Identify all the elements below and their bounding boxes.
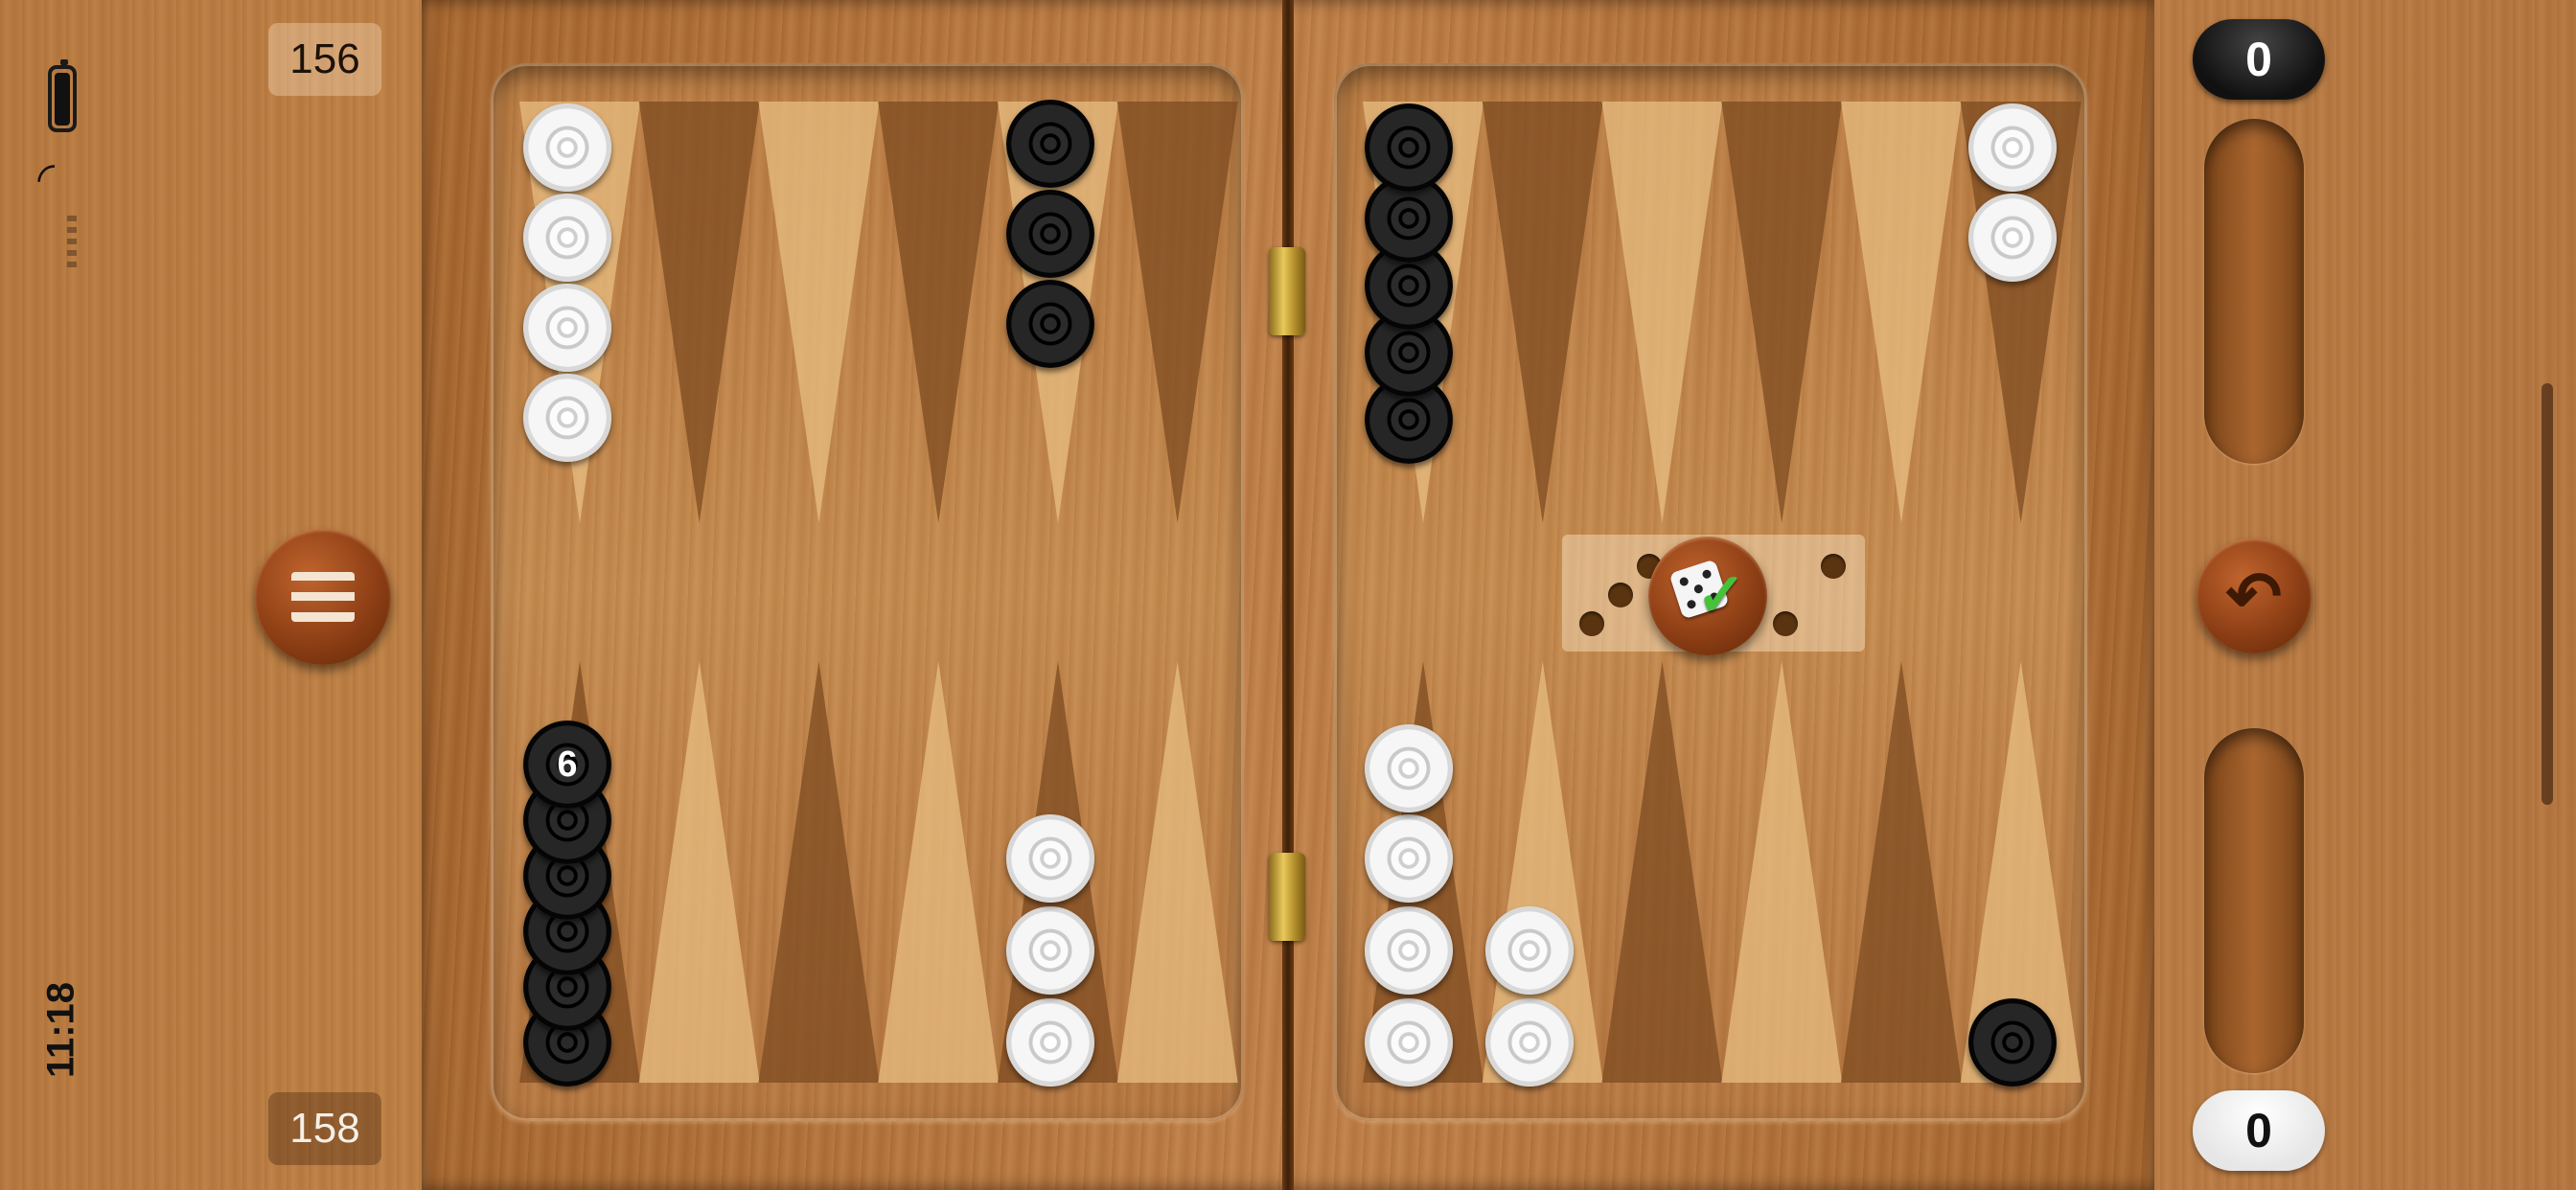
white-checker[interactable]: [523, 194, 611, 282]
board-hinge-gap: [1282, 0, 1294, 1190]
die-pip: [1773, 611, 1798, 636]
point-bottom[interactable]: [758, 661, 880, 1083]
point-bottom[interactable]: [1601, 661, 1723, 1083]
black-checker[interactable]: 6: [523, 721, 611, 809]
hinge-top: [1269, 247, 1305, 335]
point-top[interactable]: [758, 102, 880, 523]
point-top[interactable]: [878, 102, 1000, 523]
signal-icon: [67, 216, 77, 273]
point-top[interactable]: [638, 102, 760, 523]
white-checker[interactable]: [1968, 103, 2057, 192]
point-top[interactable]: [1601, 102, 1723, 523]
white-checker[interactable]: [1365, 998, 1453, 1087]
checker-count: 6: [557, 744, 578, 785]
score-light: 0: [2193, 1090, 2325, 1171]
die-pip: [1579, 611, 1604, 636]
point-bottom[interactable]: [638, 661, 760, 1083]
black-checker[interactable]: [1006, 100, 1094, 188]
die-pip: [1821, 554, 1846, 579]
point-top[interactable]: [1721, 102, 1843, 523]
white-checker[interactable]: [1006, 998, 1094, 1087]
status-bar: ◝ 11:18: [0, 0, 125, 1190]
clock: 11:18: [33, 977, 90, 1083]
white-checker[interactable]: [1365, 814, 1453, 903]
scrollbar[interactable]: [2542, 383, 2553, 805]
bear-off-tray-bottom[interactable]: [2204, 728, 2304, 1073]
white-checker[interactable]: [1006, 906, 1094, 995]
point-bottom[interactable]: [1116, 661, 1238, 1083]
white-checker[interactable]: [1485, 906, 1574, 995]
white-checker[interactable]: [1365, 724, 1453, 812]
point-bottom[interactable]: [1840, 661, 1962, 1083]
menu-icon: [291, 572, 355, 622]
white-checker[interactable]: [1365, 906, 1453, 995]
white-checker[interactable]: [1485, 998, 1574, 1087]
black-checker[interactable]: [1006, 280, 1094, 368]
wifi-icon: ◝: [25, 165, 76, 182]
die-pip: [1608, 583, 1633, 607]
pip-count-bottom: 158: [268, 1092, 381, 1165]
menu-button[interactable]: [255, 529, 391, 665]
white-checker[interactable]: [1006, 814, 1094, 903]
battery-icon: [48, 59, 77, 132]
bear-off-tray-top[interactable]: [2204, 119, 2304, 464]
point-bottom[interactable]: [1721, 661, 1843, 1083]
black-checker[interactable]: [1365, 103, 1453, 192]
white-checker[interactable]: [523, 103, 611, 192]
check-icon: ✓: [1696, 562, 1746, 629]
undo-icon: ↶: [2225, 559, 2283, 633]
point-top[interactable]: [1482, 102, 1603, 523]
white-checker[interactable]: [523, 284, 611, 372]
clock-time: 11:18: [39, 981, 82, 1079]
score-dark: 0: [2193, 19, 2325, 100]
hinge-bottom: [1269, 853, 1305, 941]
black-checker[interactable]: [1006, 190, 1094, 278]
white-checker[interactable]: [523, 374, 611, 462]
point-top[interactable]: [1116, 102, 1238, 523]
undo-button[interactable]: ↶: [2196, 538, 2312, 653]
point-top[interactable]: [1840, 102, 1962, 523]
pip-count-top: 156: [268, 23, 381, 96]
black-checker[interactable]: [1968, 998, 2057, 1087]
confirm-move-button[interactable]: ✓: [1648, 537, 1767, 655]
white-checker[interactable]: [1968, 194, 2057, 282]
point-bottom[interactable]: [878, 661, 1000, 1083]
